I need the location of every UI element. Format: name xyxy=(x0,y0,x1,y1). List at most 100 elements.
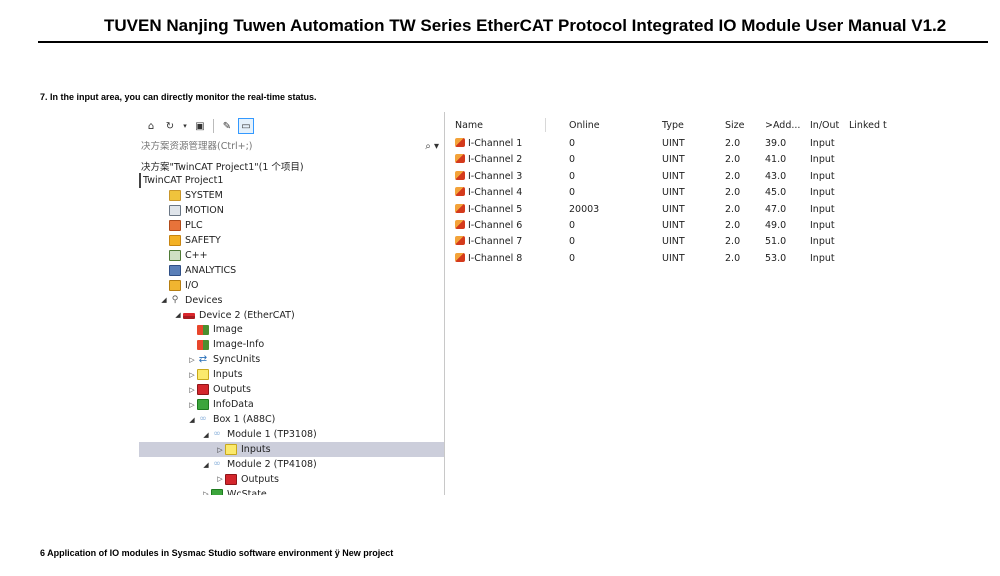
dropdown-icon[interactable]: ▾ xyxy=(181,118,189,134)
column-header[interactable]: Linked t xyxy=(849,120,887,131)
tree-item[interactable]: ANALYTICS xyxy=(139,263,444,278)
search-input[interactable] xyxy=(141,140,381,152)
column-header[interactable]: Name xyxy=(455,120,483,131)
box-icon: ∞ xyxy=(213,429,221,440)
sync-icon[interactable]: ↻ xyxy=(162,118,178,134)
plc-icon xyxy=(169,219,181,231)
table-cell: 0 xyxy=(569,220,576,231)
tree-item-label: ANALYTICS xyxy=(185,264,237,276)
table-cell: 45.0 xyxy=(765,187,787,199)
table-cell: 2.0 xyxy=(725,170,741,182)
tree-item[interactable]: ▷ InfoData xyxy=(139,397,444,412)
table-cell: UINT xyxy=(662,170,685,182)
tree-item-label: Inputs xyxy=(213,369,243,381)
variable-name: I-Channel 1 xyxy=(468,138,523,149)
table-cell: 43.0 xyxy=(765,170,787,182)
tree-item[interactable]: ◢ Device 2 (EtherCAT) xyxy=(139,308,444,323)
inputs-icon xyxy=(225,444,237,456)
table-cell: 41.0 xyxy=(765,154,787,166)
tree-item[interactable]: PLC xyxy=(139,218,444,233)
tree-item-label: PLC xyxy=(185,219,203,231)
table-cell: 2.0 xyxy=(725,154,741,166)
variables-grid: Name Online Type Size >Add... In/Out Linked t … xyxy=(449,112,990,495)
tree-item[interactable]: ▷ Outputs xyxy=(139,382,444,397)
table-cell: 0 xyxy=(569,170,576,182)
table-cell: 0 xyxy=(569,138,576,149)
expand-arrow-icon[interactable]: ◢ xyxy=(201,461,211,469)
tree-item[interactable]: ▷ WcState xyxy=(139,487,444,495)
search-icon[interactable]: ⌕ ▾ xyxy=(425,141,439,152)
table-row[interactable]: I-Channel 4 0 UINT 2.0 45.0 Input xyxy=(449,185,990,201)
table-row[interactable]: I-Channel 6 0 UINT 2.0 49.0 Input xyxy=(449,218,990,234)
table-cell: 0 xyxy=(569,187,576,199)
tree-item-label: Outputs xyxy=(241,473,279,485)
table-cell: 20003 xyxy=(569,203,600,215)
column-header[interactable]: Size xyxy=(725,120,745,131)
expand-arrow-icon[interactable]: ▷ xyxy=(215,475,225,483)
tree-item[interactable]: ▷ ⇄ SyncUnits xyxy=(139,352,444,367)
tree-item[interactable]: SAFETY xyxy=(139,233,444,248)
tree-item[interactable]: ◢ ∞ Module 2 (TP4108) xyxy=(139,457,444,472)
table-cell: I-Channel 6 xyxy=(455,220,522,231)
expand-arrow-icon[interactable]: ▷ xyxy=(201,490,211,495)
expand-arrow-icon[interactable]: ◢ xyxy=(159,296,169,304)
expand-arrow-icon[interactable]: ◢ xyxy=(201,431,211,439)
table-row[interactable]: I-Channel 1 0 UINT 2.0 39.0 Input xyxy=(449,136,990,152)
preview-icon[interactable]: ▭ xyxy=(238,118,254,134)
expand-arrow-icon[interactable]: ▷ xyxy=(215,446,225,454)
tree-item[interactable]: ◢ ∞ Box 1 (A88C) xyxy=(139,412,444,427)
collapse-icon[interactable]: ▣ xyxy=(192,118,208,134)
table-cell: Input xyxy=(810,187,835,199)
box-icon: ∞ xyxy=(213,459,221,469)
explorer-search: ⌕ ▾ xyxy=(139,138,444,154)
table-row[interactable]: I-Channel 8 0 UINT 2.0 53.0 Input xyxy=(449,251,990,267)
table-cell: 53.0 xyxy=(765,252,787,264)
tree-item[interactable]: SYSTEM xyxy=(139,188,444,203)
table-row[interactable]: I-Channel 3 0 UINT 2.0 43.0 Input xyxy=(449,169,990,185)
expand-arrow-icon[interactable]: ◢ xyxy=(187,416,197,424)
tree-item[interactable]: ◢ ⚲ Devices xyxy=(139,293,444,308)
tree-item[interactable]: ◢ ∞ Module 1 (TP3108) xyxy=(139,427,444,442)
column-header[interactable]: Online xyxy=(569,120,600,131)
table-cell: UINT xyxy=(662,187,685,199)
variable-name: I-Channel 7 xyxy=(468,236,523,248)
tree-item[interactable]: 决方案"TwinCAT Project1"(1 个项目) xyxy=(139,158,444,173)
column-header[interactable]: >Add... xyxy=(765,120,800,131)
table-cell: 2.0 xyxy=(725,220,741,231)
table-cell: I-Channel 7 xyxy=(455,236,522,247)
table-cell: UINT xyxy=(662,154,685,166)
column-header[interactable]: Type xyxy=(662,120,684,131)
table-row[interactable]: I-Channel 2 0 UINT 2.0 41.0 Input xyxy=(449,152,990,168)
table-cell: 2.0 xyxy=(725,138,741,149)
table-cell: 2.0 xyxy=(725,203,741,215)
properties-icon[interactable]: ✎ xyxy=(219,118,235,134)
table-cell: 0 xyxy=(569,252,576,264)
tree-item[interactable]: Image-Info xyxy=(139,337,444,352)
expand-arrow-icon[interactable]: ▷ xyxy=(187,386,197,394)
expand-arrow-icon[interactable]: ▷ xyxy=(187,401,197,409)
tree-item[interactable]: ▷ Inputs xyxy=(139,442,444,458)
tree-item[interactable]: ▷ Outputs xyxy=(139,472,444,487)
analytics-icon xyxy=(169,264,181,276)
variable-name: I-Channel 4 xyxy=(468,187,523,199)
tree-item-label: SAFETY xyxy=(185,234,221,246)
tree-item[interactable]: Image xyxy=(139,322,444,337)
expand-arrow-icon[interactable]: ▷ xyxy=(187,371,197,379)
column-divider[interactable] xyxy=(545,118,546,132)
tree-item[interactable]: MOTION xyxy=(139,203,444,218)
table-row[interactable]: I-Channel 5 20003 UINT 2.0 47.0 Input xyxy=(449,202,990,218)
tree-item[interactable]: I/O xyxy=(139,278,444,293)
tree-item[interactable]: TwinCAT Project1 xyxy=(139,172,444,188)
table-cell: I-Channel 2 xyxy=(455,154,522,165)
home-icon[interactable]: ⌂ xyxy=(143,118,159,134)
expand-arrow-icon[interactable]: ◢ xyxy=(173,311,183,319)
table-row[interactable]: I-Channel 7 0 UINT 2.0 51.0 Input xyxy=(449,234,990,250)
variable-name: I-Channel 6 xyxy=(468,220,523,231)
tree-item[interactable]: ▷ Inputs xyxy=(139,367,444,382)
column-header[interactable]: In/Out xyxy=(810,120,839,131)
tree-item-label: MOTION xyxy=(185,204,224,216)
expand-arrow-icon[interactable]: ▷ xyxy=(187,356,197,364)
tree-item[interactable]: C++ xyxy=(139,248,444,263)
variable-icon xyxy=(455,236,465,246)
table-cell: 49.0 xyxy=(765,220,787,231)
